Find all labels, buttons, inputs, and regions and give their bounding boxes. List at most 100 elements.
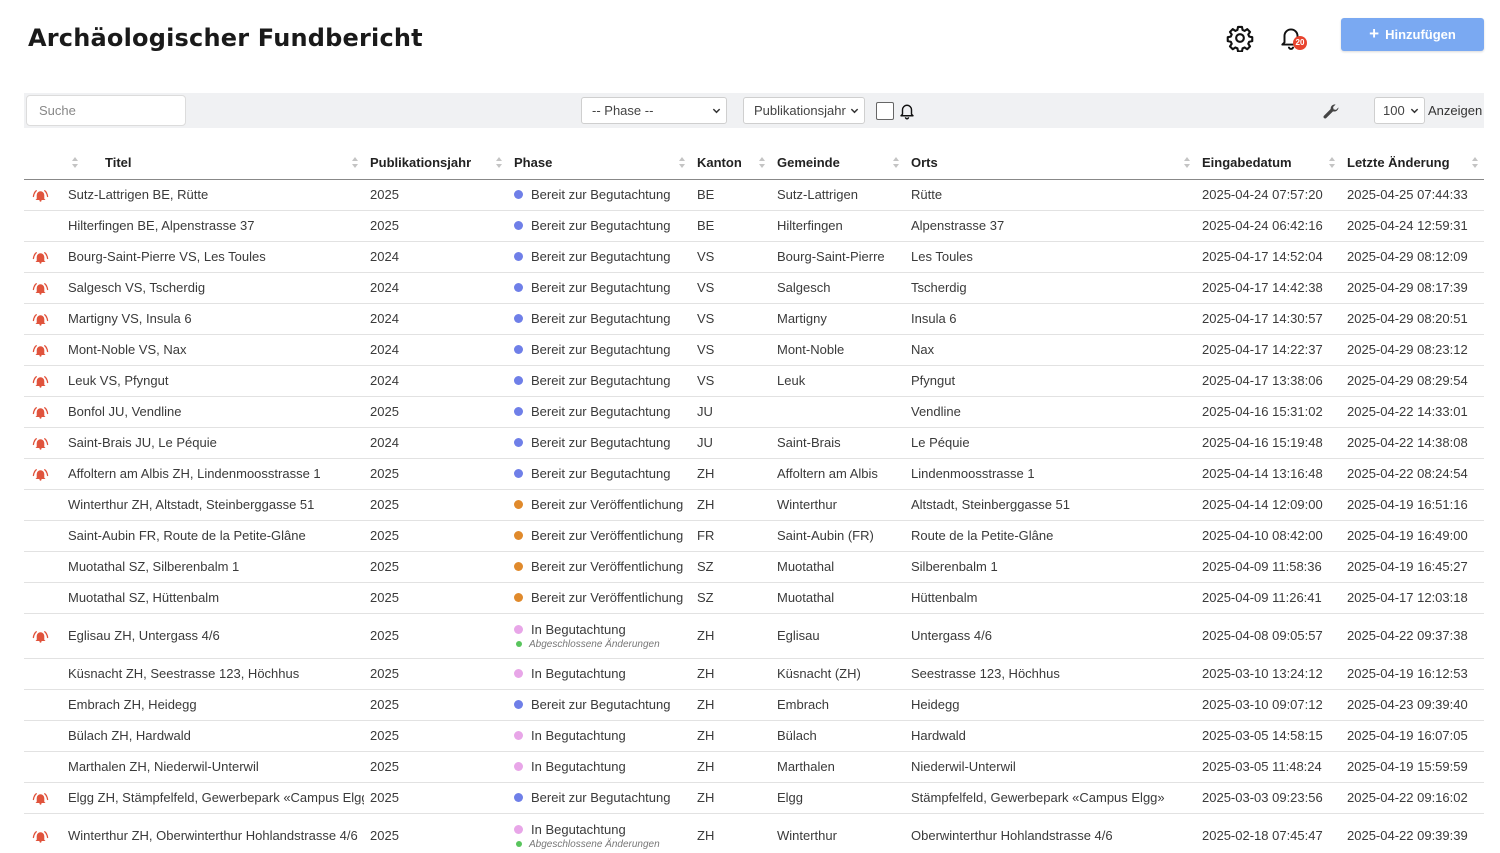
cell-titel[interactable]: Bülach ZH, Hardwald [62,720,364,752]
cell-titel[interactable]: Muotathal SZ, Hüttenbalm [62,582,364,614]
phase-label: In Begutachtung [531,621,626,637]
alarm-bell-icon[interactable] [32,374,49,388]
cell-titel[interactable]: Elgg ZH, Stämpfelfeld, Gewerbepark «Camp… [62,782,364,814]
cell-publikationsjahr: 2024 [364,427,508,459]
cell-titel[interactable]: Sutz-Lattrigen BE, Rütte [62,179,364,211]
table-row[interactable]: Affoltern am Albis ZH, Lindenmoosstrasse… [24,458,1484,490]
cell-titel[interactable]: Affoltern am Albis ZH, Lindenmoosstrasse… [62,458,364,490]
add-button-label: Hinzufügen [1385,27,1456,42]
cell-gemeinde: Saint-Aubin (FR) [771,520,905,552]
alarm-bell-icon[interactable] [32,629,49,643]
alarm-bell-icon[interactable] [32,467,49,481]
table-row[interactable]: Bourg-Saint-Pierre VS, Les Toules 2024 Ber… [24,241,1484,273]
alarm-bell-icon[interactable] [32,343,49,357]
page-size-select[interactable]: 100 [1374,97,1425,124]
gear-icon[interactable] [1226,24,1254,53]
cell-publikationsjahr: 2025 [364,396,508,428]
column-header-titel[interactable]: Titel [62,146,364,180]
table-row[interactable]: Salgesch VS, Tscherdig 2024 Bereit zur Beg… [24,272,1484,304]
table-row[interactable]: Embrach ZH, Heidegg 2025 Bereit zur Beguta… [24,689,1484,721]
table-row[interactable]: Muotathal SZ, Hüttenbalm 2025 Bereit zur V… [24,582,1484,614]
table-row[interactable]: Martigny VS, Insula 6 2024 Bereit zur Begu… [24,303,1484,335]
cell-kanton: ZH [691,813,771,853]
cell-titel[interactable]: Leuk VS, Pfyngut [62,365,364,397]
column-header-gemeinde[interactable]: Gemeinde [771,146,905,180]
cell-titel[interactable]: Winterthur ZH, Oberwinterthur Hohlandstr… [62,813,364,853]
add-button[interactable]: + Hinzufügen [1341,18,1484,51]
cell-phase: Bereit zur Begutachtung [508,458,691,490]
bell-outline-icon[interactable] [898,101,916,120]
cell-titel[interactable]: Bonfol JU, Vendline [62,396,364,428]
column-header-alarm[interactable] [24,146,78,180]
phase-select[interactable]: -- Phase -- [581,97,727,124]
cell-titel[interactable]: Hilterfingen BE, Alpenstrasse 37 [62,210,364,242]
phase-status: Bereit zur Begutachtung [514,187,685,202]
column-header-label: Letzte Änderung [1347,154,1450,170]
cell-titel[interactable]: Saint-Brais JU, Le Péquie [62,427,364,459]
search-input[interactable] [26,95,186,126]
alarm-bell-icon[interactable] [32,791,49,805]
phase-label: Bereit zur Veröffentlichung [531,590,684,605]
phase-label: Bereit zur Begutachtung [531,373,671,388]
cell-kanton: ZH [691,782,771,814]
phase-status: Bereit zur Veröffentlichung [514,528,685,543]
publication-year-select[interactable]: Publikationsjahr [743,97,865,124]
alarm-bell-icon[interactable] [32,250,49,264]
table-row[interactable]: Leuk VS, Pfyngut 2024 Bereit zur Begutacht… [24,365,1484,397]
cell-titel[interactable]: Salgesch VS, Tscherdig [62,272,364,304]
cell-titel[interactable]: Saint-Aubin FR, Route de la Petite-Glâne [62,520,364,552]
alarm-bell-icon[interactable] [32,405,49,419]
cell-letzte-aenderung: 2025-04-17 12:03:18 [1341,582,1484,614]
sort-arrows-icon [893,157,899,168]
column-header-letzte-aenderung[interactable]: Letzte Änderung [1341,146,1484,180]
cell-eingabedatum: 2025-03-10 09:07:12 [1196,689,1341,721]
column-header-eingabedatum[interactable]: Eingabedatum [1196,146,1341,180]
notification-filter-checkbox[interactable] [876,102,894,120]
cell-titel[interactable]: Eglisau ZH, Untergass 4/6 [62,613,364,659]
cell-titel[interactable]: Marthalen ZH, Niederwil-Unterwil [62,751,364,783]
cell-titel[interactable]: Martigny VS, Insula 6 [62,303,364,335]
wrench-icon[interactable] [1321,102,1341,122]
table-row[interactable]: Küsnacht ZH, Seestrasse 123, Höchhus 2025… [24,658,1484,690]
column-header-phase[interactable]: Phase [508,146,691,180]
cell-publikationsjahr: 2025 [364,751,508,783]
cell-orts: Nax [905,334,1196,366]
cell-titel[interactable]: Muotathal SZ, Silberenbalm 1 [62,551,364,583]
table-row[interactable]: Mont-Noble VS, Nax 2024 Bereit zur Begutac… [24,334,1484,366]
cell-titel[interactable]: Bourg-Saint-Pierre VS, Les Toules [62,241,364,273]
page-title: Archäologischer Fundbericht [28,24,423,52]
cell-titel[interactable]: Winterthur ZH, Altstadt, Steinberggasse … [62,489,364,521]
table-header-row: Titel Publikationsjahr Phase Kanton Gemeinde… [24,146,1484,180]
cell-phase: In Begutachtung [508,751,691,783]
cell-gemeinde: Saint-Brais [771,427,905,459]
notifications-button[interactable]: 20 [1278,24,1310,52]
substatus-dot [516,841,522,847]
alarm-bell-icon[interactable] [32,281,49,295]
sort-arrows-icon [1329,157,1335,168]
phase-status: In Begutachtung [514,759,685,774]
table-row[interactable]: Saint-Aubin FR, Route de la Petite-Glâne… [24,520,1484,552]
table-row[interactable]: Eglisau ZH, Untergass 4/6 2025 In Begutach… [24,613,1484,659]
cell-titel[interactable]: Mont-Noble VS, Nax [62,334,364,366]
table-row[interactable]: Winterthur ZH, Altstadt, Steinberggasse … [24,489,1484,521]
column-header-orts[interactable]: Orts [905,146,1196,180]
cell-titel[interactable]: Küsnacht ZH, Seestrasse 123, Höchhus [62,658,364,690]
column-header-kanton[interactable]: Kanton [691,146,771,180]
alarm-bell-icon[interactable] [32,188,49,202]
table-row[interactable]: Bülach ZH, Hardwald 2025 In Begutachtung ZH… [24,720,1484,752]
phase-label: In Begutachtung [531,759,626,774]
table-row[interactable]: Hilterfingen BE, Alpenstrasse 37 2025 Bere… [24,210,1484,242]
table-row[interactable]: Marthalen ZH, Niederwil-Unterwil 2025 In B… [24,751,1484,783]
table-row[interactable]: Winterthur ZH, Oberwinterthur Hohlandstr… [24,813,1484,853]
table-row[interactable]: Elgg ZH, Stämpfelfeld, Gewerbepark «Camp… [24,782,1484,814]
table-row[interactable]: Saint-Brais JU, Le Péquie 2024 Bereit zur … [24,427,1484,459]
table-row[interactable]: Bonfol JU, Vendline 2025 Bereit zur Beguta… [24,396,1484,428]
alarm-bell-icon[interactable] [32,312,49,326]
alarm-bell-icon[interactable] [32,436,49,450]
table-row[interactable]: Muotathal SZ, Silberenbalm 1 2025 Bereit z… [24,551,1484,583]
table-row[interactable]: Sutz-Lattrigen BE, Rütte 2025 Bereit zur B… [24,179,1484,211]
cell-gemeinde: Küsnacht (ZH) [771,658,905,690]
column-header-publikationsjahr[interactable]: Publikationsjahr [364,146,508,180]
cell-titel[interactable]: Embrach ZH, Heidegg [62,689,364,721]
alarm-bell-icon[interactable] [32,829,49,843]
